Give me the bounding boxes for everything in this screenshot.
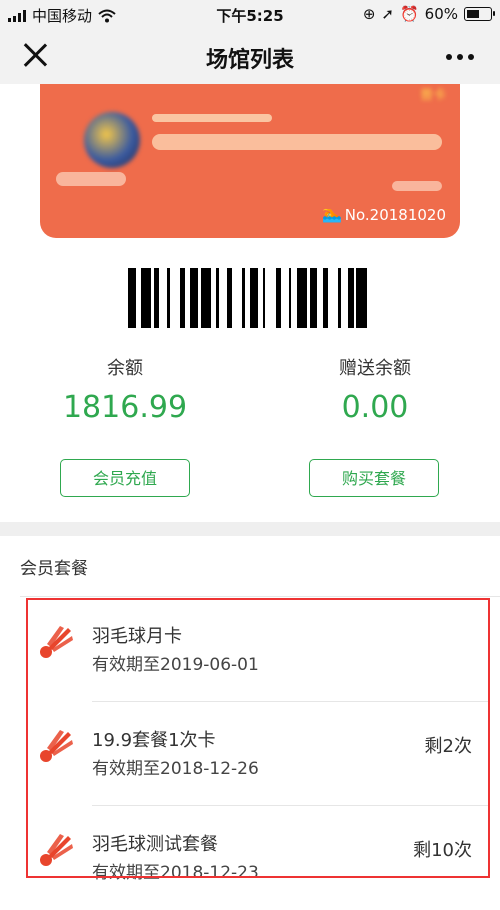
highlight-box <box>26 598 490 878</box>
alarm-icon: ⏰ <box>399 5 419 23</box>
blurred-text <box>152 114 272 122</box>
barcode-bar <box>190 268 199 328</box>
barcode-gap <box>232 268 242 328</box>
barcode-bar <box>128 268 136 328</box>
recharge-button[interactable]: 会员充值 <box>60 459 190 497</box>
barcode-gap <box>265 268 275 328</box>
barcode-gap <box>159 268 167 328</box>
barcode-bar <box>140 268 152 328</box>
page-title: 场馆列表 <box>205 48 294 73</box>
barcode <box>128 268 372 328</box>
blurred-text <box>392 181 442 191</box>
barcode-bar <box>249 268 258 328</box>
barcode-gap <box>328 268 338 328</box>
membership-card: 普卡 🏊 No.20181020 <box>40 84 460 238</box>
rotation-lock-icon: ⊕ <box>362 5 376 23</box>
barcode-gap <box>219 268 227 328</box>
more-icon[interactable] <box>446 54 474 60</box>
divider <box>20 596 500 597</box>
barcode-gap <box>341 268 349 328</box>
balance-block: 余额 1816.99 <box>25 354 225 425</box>
barcode-bar <box>200 268 211 328</box>
gift-balance-block: 赠送余额 0.00 <box>275 354 475 425</box>
barcode-bar <box>296 268 307 328</box>
location-icon: ➚ <box>381 5 394 23</box>
gift-balance-label: 赠送余额 <box>339 358 411 379</box>
blurred-text <box>56 172 126 186</box>
card-tag: 普卡 <box>419 88 446 103</box>
battery-percent: 60% <box>424 5 458 23</box>
nav-bar: 场馆列表 <box>0 28 500 84</box>
buy-package-button[interactable]: 购买套餐 <box>309 459 439 497</box>
barcode-bar <box>309 268 318 328</box>
blurred-venue-name <box>152 134 442 150</box>
section-divider <box>0 522 500 536</box>
swimmer-icon: 🏊 <box>322 204 342 223</box>
gift-balance-value: 0.00 <box>341 390 409 425</box>
battery-icon <box>464 7 495 21</box>
section-title: 会员套餐 <box>20 559 88 579</box>
barcode-gap <box>170 268 180 328</box>
barcode-bar <box>356 268 367 328</box>
balance-value: 1816.99 <box>62 390 188 425</box>
barcode-gap <box>281 268 289 328</box>
barcode-gap <box>367 268 372 328</box>
balance-label: 余额 <box>107 358 143 379</box>
venue-avatar <box>84 112 140 168</box>
status-bar: 中国移动 下午5:25 ⊕ ➚ ⏰ 60% <box>0 0 500 28</box>
card-number: No.20181020 <box>344 206 446 224</box>
